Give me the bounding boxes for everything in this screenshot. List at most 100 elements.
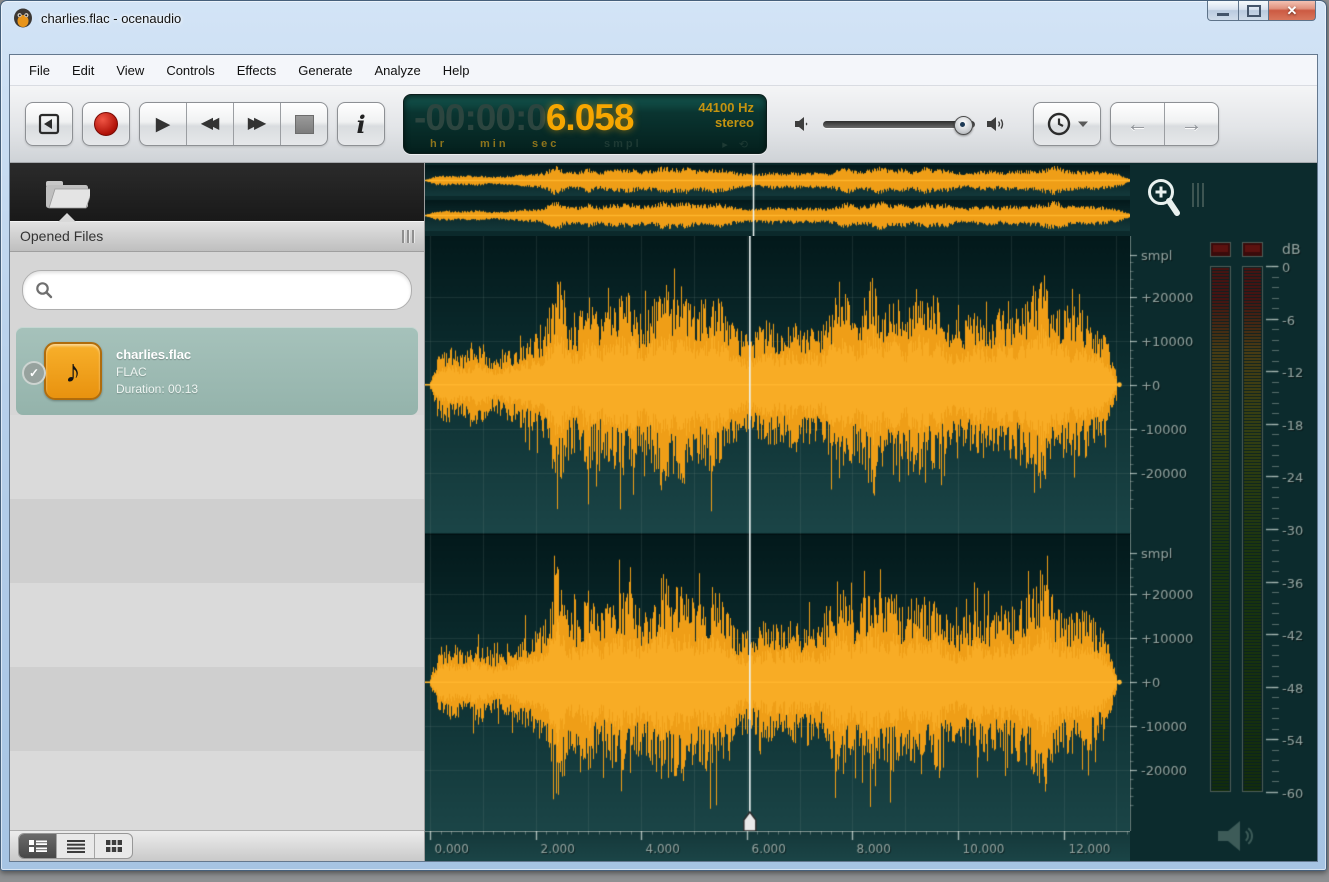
redo-forward-button[interactable]: →	[1164, 103, 1218, 145]
record-button[interactable]	[82, 102, 130, 146]
menu-item-controls[interactable]: Controls	[155, 58, 225, 83]
rewind-button[interactable]: ◀◀	[186, 103, 233, 145]
view-detailed-list-button[interactable]	[19, 834, 56, 858]
unit-sec: sec	[532, 138, 559, 150]
active-tab-notch	[58, 213, 76, 222]
file-duration: Duration: 00:13	[116, 382, 198, 396]
minimize-button[interactable]	[1207, 1, 1239, 21]
app-icon	[13, 8, 33, 28]
time-format-button[interactable]	[1033, 102, 1101, 146]
skip-to-start-icon	[37, 112, 61, 136]
editor-area	[425, 163, 1317, 861]
undo-back-button[interactable]: ←	[1111, 103, 1164, 145]
speaker-high-icon	[985, 114, 1009, 134]
level-meter	[1206, 163, 1317, 861]
fast-forward-icon: ▶▶	[248, 116, 261, 132]
main-waveform[interactable]	[425, 236, 1130, 831]
menu-item-analyze[interactable]: Analyze	[363, 58, 431, 83]
grid-icon	[105, 839, 123, 853]
transport-group: ▶ ◀◀ ▶▶	[139, 102, 328, 146]
maximize-icon	[1247, 5, 1261, 17]
file-name: charlies.flac	[116, 347, 198, 362]
waveform-column	[425, 163, 1130, 861]
rewind-icon: ◀◀	[201, 116, 214, 132]
minimize-icon	[1217, 13, 1229, 16]
file-meta: charlies.flac FLAC Duration: 00:13	[116, 347, 198, 396]
info-icon: i	[356, 110, 365, 139]
opened-files-folder-icon[interactable]	[44, 174, 90, 210]
sample-rate: 44100 Hz	[698, 100, 754, 115]
skip-to-start-button[interactable]	[25, 102, 73, 146]
list-empty-row	[10, 667, 424, 751]
time-digits-dim: -00:00:0	[414, 97, 546, 138]
search-input[interactable]	[61, 281, 399, 298]
view-grid-button[interactable]	[94, 834, 132, 858]
panel-grip-handle[interactable]	[402, 230, 414, 243]
forward-arrow-icon: →	[1181, 111, 1203, 137]
history-nav-group: ← →	[1110, 102, 1219, 146]
opened-file-item[interactable]: ✓ ♪ charlies.flac FLAC Duration: 00:13	[16, 327, 418, 415]
unit-hr: hr	[430, 138, 447, 150]
search-box[interactable]	[22, 270, 412, 310]
play-button[interactable]: ▶	[140, 103, 186, 145]
menu-bar: FileEditViewControlsEffectsGenerateAnaly…	[10, 55, 1317, 86]
clock-icon	[1046, 111, 1072, 137]
time-display[interactable]: -00:00:06.058 44100 Hz stereo hr min sec…	[403, 94, 767, 154]
amplitude-ruler-column	[1130, 163, 1206, 861]
volume-control	[793, 114, 1009, 134]
list-icon	[66, 839, 86, 853]
volume-slider[interactable]	[823, 121, 975, 128]
list-empty-row	[10, 499, 424, 583]
close-button[interactable]: ✕	[1269, 1, 1316, 21]
file-list-empty-rows	[10, 415, 424, 830]
menu-item-help[interactable]: Help	[432, 58, 481, 83]
record-icon	[94, 112, 118, 136]
volume-knob[interactable]	[954, 116, 973, 135]
time-ruler[interactable]	[425, 831, 1130, 861]
menu-item-edit[interactable]: Edit	[61, 58, 105, 83]
list-empty-row	[10, 583, 424, 667]
lcd-mini-icons: ▸ ⟲	[722, 138, 752, 151]
sample-rate-display: 44100 Hz stereo	[698, 100, 754, 130]
search-area	[10, 252, 424, 327]
info-button[interactable]: i	[337, 102, 385, 146]
amplitude-ruler	[1130, 236, 1206, 831]
audio-file-icon: ♪	[44, 342, 102, 400]
file-selected-check-icon: ✓	[22, 361, 46, 385]
title-bar: charlies.flac - ocenaudio ✕	[1, 1, 1326, 62]
toolbar: ▶ ◀◀ ▶▶ i -00:00:06.058 44100 Hz stereo …	[10, 86, 1317, 163]
menu-item-view[interactable]: View	[105, 58, 155, 83]
menu-item-file[interactable]: File	[18, 58, 61, 83]
fast-forward-button[interactable]: ▶▶	[233, 103, 280, 145]
overview-waveform[interactable]	[425, 163, 1130, 236]
ruler-gutter-bottom	[1130, 831, 1206, 861]
play-icon: ▶	[156, 115, 171, 134]
unit-smpl: smpl	[604, 138, 642, 150]
sidebar-tab-strip	[10, 163, 424, 221]
unit-min: min	[480, 138, 509, 150]
window-title: charlies.flac - ocenaudio	[41, 9, 181, 26]
app-window: charlies.flac - ocenaudio ✕ FileEditView…	[0, 0, 1327, 871]
window-controls: ✕	[1207, 1, 1316, 21]
maximize-button[interactable]	[1239, 1, 1269, 21]
back-arrow-icon: ←	[1127, 111, 1149, 137]
ruler-gutter-top	[1130, 163, 1206, 236]
stop-icon	[295, 115, 314, 134]
list-empty-row	[10, 751, 424, 830]
sidebar-bottom-bar	[10, 830, 424, 861]
menu-item-generate[interactable]: Generate	[287, 58, 363, 83]
speaker-low-icon	[793, 115, 813, 133]
view-mode-group	[18, 833, 133, 859]
panel-splitter-grip[interactable]	[1192, 183, 1204, 207]
panel-title: Opened Files	[20, 228, 103, 244]
channel-mode: stereo	[698, 115, 754, 130]
stop-button[interactable]	[280, 103, 327, 145]
close-icon: ✕	[1287, 3, 1298, 19]
zoom-in-icon[interactable]	[1144, 177, 1184, 221]
menu-item-effects[interactable]: Effects	[226, 58, 288, 83]
view-list-button[interactable]	[56, 834, 94, 858]
chevron-down-icon	[1077, 120, 1089, 128]
list-empty-row	[10, 415, 424, 499]
search-icon	[35, 281, 53, 299]
time-digits: -00:00:06.058	[414, 97, 633, 139]
